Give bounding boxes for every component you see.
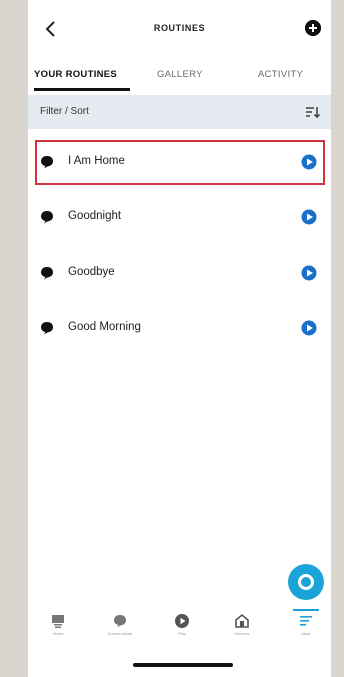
routine-item-i-am-home[interactable]: I Am Home: [28, 143, 331, 183]
tab-bar: YOUR ROUTINES GALLERY ACTIVITY: [28, 60, 331, 92]
filter-sort-label: Filter / Sort: [40, 106, 89, 117]
speech-bubble-icon: [41, 156, 53, 169]
nav-more-label: More: [301, 631, 311, 636]
nav-communicate-label: Communicate: [107, 631, 133, 636]
nav-devices[interactable]: Devices: [222, 613, 262, 643]
tab-activity[interactable]: ACTIVITY: [258, 69, 303, 80]
filter-sort-bar[interactable]: Filter / Sort: [28, 95, 331, 129]
more-icon: [300, 616, 312, 626]
home-icon: [52, 615, 64, 628]
plus-circle-icon: [305, 20, 321, 36]
nav-more[interactable]: More: [286, 613, 326, 643]
nav-home-label: Home: [52, 631, 64, 636]
routine-item-good-morning[interactable]: Good Morning: [28, 309, 331, 349]
add-routine-button[interactable]: [305, 20, 321, 36]
home-indicator: [133, 663, 233, 667]
alexa-ring-icon: [298, 574, 314, 590]
nav-home[interactable]: Home: [38, 613, 78, 643]
nav-devices-label: Devices: [234, 631, 250, 636]
page-title: ROUTINES: [153, 23, 206, 33]
tab-your-routines[interactable]: YOUR ROUTINES: [34, 69, 117, 80]
routine-label: Goodbye: [68, 266, 115, 278]
speech-bubble-icon: [41, 267, 53, 280]
speech-bubble-icon: [41, 322, 53, 335]
header: ROUTINES: [28, 0, 331, 60]
speech-bubble-icon: [41, 211, 53, 224]
app-screen: ROUTINES YOUR ROUTINES GALLERY ACTIVITY …: [28, 0, 331, 677]
routine-item-goodbye[interactable]: Goodbye: [28, 254, 331, 294]
play-icon[interactable]: [301, 320, 317, 336]
sort-icon[interactable]: [305, 104, 321, 120]
nav-play-label: Play: [178, 631, 186, 636]
bottom-nav: Home Communicate Play Devices More: [28, 603, 331, 659]
play-icon[interactable]: [301, 154, 317, 170]
routine-label: Good Morning: [68, 321, 141, 333]
nav-communicate[interactable]: Communicate: [100, 613, 140, 643]
chat-icon: [114, 615, 126, 628]
play-icon[interactable]: [301, 209, 317, 225]
tab-gallery[interactable]: GALLERY: [157, 69, 203, 80]
routine-label: I Am Home: [68, 155, 125, 167]
active-nav-indicator: [293, 609, 319, 611]
alexa-voice-button[interactable]: [288, 564, 324, 600]
active-tab-indicator: [34, 88, 130, 91]
nav-play[interactable]: Play: [162, 613, 202, 643]
routine-item-goodnight[interactable]: Goodnight: [28, 198, 331, 238]
routine-label: Goodnight: [68, 210, 122, 222]
devices-icon: [235, 613, 249, 628]
play-icon[interactable]: [301, 265, 317, 281]
play-icon: [175, 614, 189, 628]
